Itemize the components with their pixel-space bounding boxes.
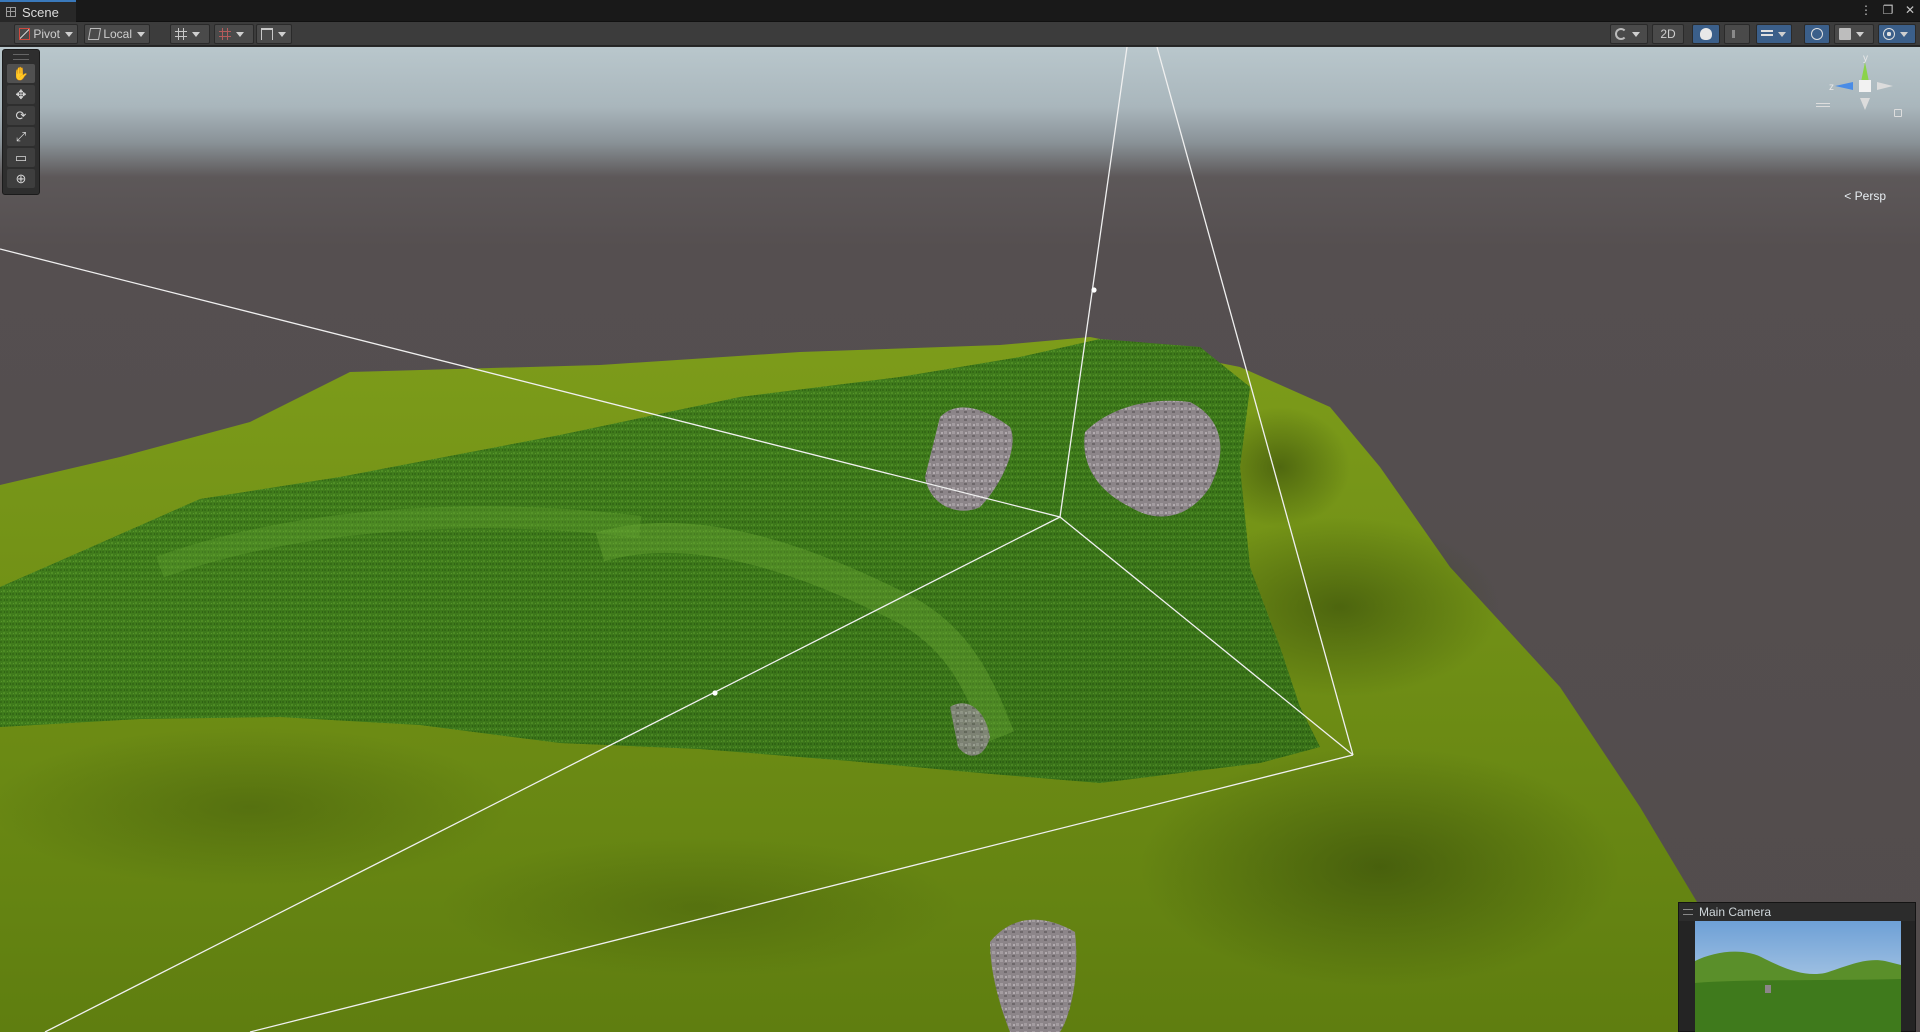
chevron-down-icon bbox=[1778, 31, 1786, 37]
transform-icon: ⊕ bbox=[15, 171, 27, 186]
transform-tool-button[interactable]: ⊕ bbox=[7, 169, 35, 188]
chevron-down-icon bbox=[65, 31, 73, 37]
chevron-down-icon bbox=[1900, 31, 1908, 37]
back-arrow-icon: < bbox=[1844, 189, 1852, 203]
gizmo-icon bbox=[1883, 28, 1895, 40]
local-icon bbox=[87, 28, 102, 40]
shading-mode-icon bbox=[1615, 28, 1627, 40]
scene-toolbar: Pivot Local 2D bbox=[0, 22, 1920, 46]
shading-mode-dropdown[interactable] bbox=[1610, 24, 1648, 44]
projection-text: Persp bbox=[1854, 189, 1886, 203]
hand-icon: ✋ bbox=[12, 66, 30, 81]
chevron-down-icon bbox=[1632, 31, 1640, 37]
camera-settings-dropdown[interactable] bbox=[1834, 24, 1874, 44]
lighting-toggle[interactable] bbox=[1692, 24, 1720, 44]
rect-tool-button[interactable]: ▭ bbox=[7, 148, 35, 167]
tab-scene[interactable]: Scene bbox=[0, 0, 76, 22]
tab-scene-label: Scene bbox=[22, 4, 59, 20]
pivot-dropdown[interactable]: Pivot bbox=[14, 24, 78, 44]
grid-icon bbox=[6, 7, 16, 17]
lightbulb-icon bbox=[1700, 28, 1712, 40]
speaker-icon bbox=[1732, 30, 1742, 38]
chevron-down-icon bbox=[278, 31, 286, 37]
snap-grid-icon bbox=[219, 28, 231, 40]
increment-snap-icon bbox=[261, 28, 273, 40]
camera-preview: Main Camera bbox=[1678, 902, 1916, 1032]
increment-snap-dropdown[interactable] bbox=[256, 24, 292, 44]
toggle-2d-button[interactable]: 2D bbox=[1652, 24, 1684, 44]
chevron-down-icon bbox=[236, 31, 244, 37]
terrain-render bbox=[0, 47, 1720, 1032]
tab-bar: Scene ⋮ ❐ ✕ bbox=[0, 0, 1920, 22]
local-label: Local bbox=[103, 27, 132, 41]
pivot-label: Pivot bbox=[33, 27, 60, 41]
gizmos-dropdown[interactable] bbox=[1878, 24, 1916, 44]
pivot-icon bbox=[19, 28, 31, 40]
gizmo-center-cube[interactable] bbox=[1859, 80, 1871, 92]
close-icon[interactable]: ✕ bbox=[1904, 3, 1916, 17]
effects-dropdown[interactable] bbox=[1756, 24, 1792, 44]
camera-preview-header[interactable]: Main Camera bbox=[1679, 903, 1915, 921]
more-options-icon[interactable]: ⋮ bbox=[1860, 3, 1872, 17]
rect-icon: ▭ bbox=[14, 150, 28, 165]
scale-tool-button[interactable]: ⤢ bbox=[7, 127, 35, 146]
toggle-2d-label: 2D bbox=[1660, 27, 1676, 41]
move-icon: ✥ bbox=[15, 87, 27, 102]
drag-handle-icon bbox=[1683, 909, 1693, 915]
chevron-down-icon bbox=[1856, 31, 1864, 37]
scene-visibility-toggle[interactable] bbox=[1804, 24, 1830, 44]
grid-icon bbox=[175, 28, 187, 40]
eye-icon bbox=[1811, 28, 1823, 40]
drag-handle[interactable] bbox=[13, 54, 29, 60]
grid-visibility-dropdown[interactable] bbox=[170, 24, 210, 44]
maximize-icon[interactable]: ❐ bbox=[1882, 3, 1894, 17]
frustum-handle[interactable] bbox=[712, 690, 718, 696]
scale-icon: ⤢ bbox=[15, 129, 27, 144]
x-axis-arrow[interactable] bbox=[1877, 82, 1893, 90]
y-axis-label: y bbox=[1863, 53, 1868, 64]
scene-viewport[interactable]: ✋ ✥ ⟳ ⤢ ▭ ⊕ y z < Persp bbox=[0, 47, 1920, 1032]
grid-snapping-dropdown[interactable] bbox=[214, 24, 254, 44]
camera-preview-image bbox=[1695, 921, 1901, 1032]
local-dropdown[interactable]: Local bbox=[84, 24, 150, 44]
projection-label[interactable]: < Persp bbox=[1844, 189, 1886, 203]
layers-icon bbox=[1761, 28, 1773, 40]
chevron-down-icon bbox=[192, 31, 200, 37]
move-tool-button[interactable]: ✥ bbox=[7, 85, 35, 104]
audio-toggle[interactable] bbox=[1724, 24, 1750, 44]
frustum-handle[interactable] bbox=[1091, 287, 1097, 293]
hand-tool-button[interactable]: ✋ bbox=[7, 64, 35, 83]
rotate-tool-button[interactable]: ⟳ bbox=[7, 106, 35, 125]
camera-icon bbox=[1839, 28, 1851, 40]
z-axis-label: z bbox=[1829, 82, 1834, 93]
chevron-down-icon bbox=[137, 31, 145, 37]
orientation-gizmo[interactable]: y z bbox=[1825, 52, 1905, 132]
z-axis-arrow[interactable] bbox=[1835, 82, 1853, 90]
camera-preview-title: Main Camera bbox=[1699, 905, 1772, 919]
rotate-icon: ⟳ bbox=[15, 108, 27, 123]
tools-overlay: ✋ ✥ ⟳ ⤢ ▭ ⊕ bbox=[2, 49, 40, 195]
window-controls: ⋮ ❐ ✕ bbox=[1860, 3, 1916, 17]
y-axis-arrow[interactable] bbox=[1861, 62, 1869, 82]
